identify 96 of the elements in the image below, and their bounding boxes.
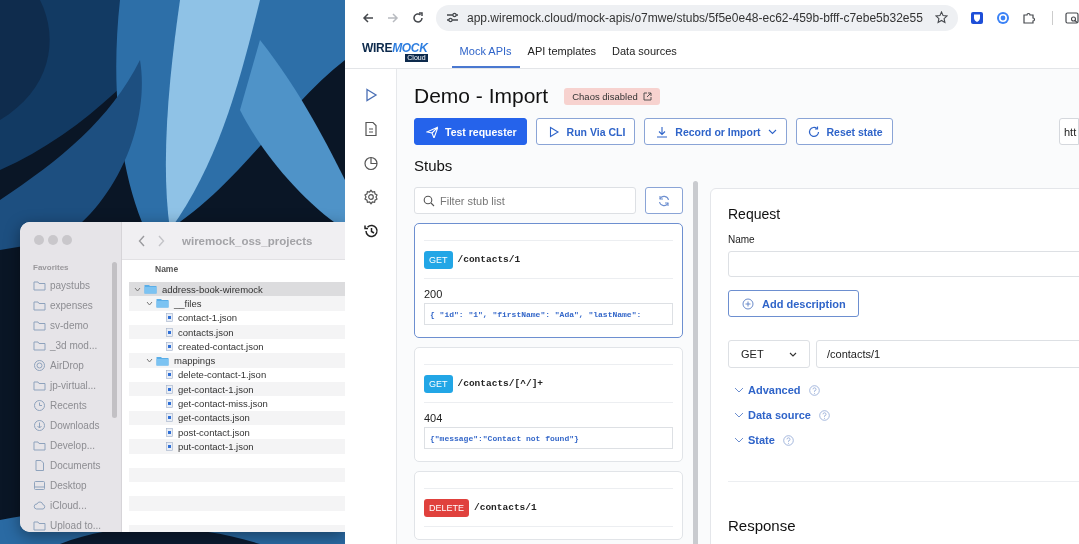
action-button[interactable]: Run Via CLI — [535, 118, 636, 145]
file-row[interactable]: created-contact.json — [129, 339, 345, 354]
shield-icon[interactable] — [970, 10, 984, 25]
method-badge: GET — [424, 374, 453, 393]
sidebar-heading: Favorites — [33, 262, 70, 274]
reload-icon[interactable] — [412, 11, 424, 24]
airdrop-icon — [33, 358, 46, 372]
status-code: 200 — [424, 287, 444, 301]
cloud-icon — [33, 498, 46, 512]
star-icon[interactable] — [935, 11, 948, 24]
folder-icon — [33, 378, 46, 392]
file-row[interactable]: post-contact.json — [129, 424, 345, 440]
file-row[interactable]: get-contacts.json — [129, 410, 345, 425]
page-title: Demo - Import — [414, 84, 549, 108]
url-path-field[interactable]: /contacts/1 — [816, 340, 1079, 368]
section-heading: Request — [728, 206, 782, 223]
scrollbar[interactable] — [693, 181, 698, 544]
folder-icon — [33, 438, 46, 452]
nav-tab[interactable]: API templates — [519, 35, 605, 68]
stub-card[interactable]: GET /contacts/1 200 { "id": "1", "firstName": "Ada", "lastName": — [414, 223, 683, 338]
window-title: wiremock_oss_projects — [182, 234, 313, 247]
status-code: 404 — [424, 411, 444, 425]
history-icon[interactable] — [362, 223, 379, 239]
nav-tab[interactable]: Data sources — [604, 35, 685, 68]
search-icon — [423, 195, 435, 207]
scrollbar[interactable] — [112, 262, 117, 418]
stub-path: /contacts/1 — [474, 502, 537, 513]
circle-icon[interactable] — [996, 10, 1010, 25]
add-description-button[interactable]: Add description — [728, 290, 859, 317]
action-button[interactable]: Test requester — [414, 118, 527, 145]
file-row[interactable]: __files — [129, 296, 345, 311]
folder-icon — [156, 298, 169, 309]
refresh-button[interactable] — [645, 187, 683, 214]
back-icon[interactable] — [362, 11, 374, 24]
folder-icon — [33, 518, 46, 532]
refresh-icon — [658, 194, 670, 207]
chevron-down-icon — [789, 351, 797, 357]
collapsible-toggle[interactable]: Data source — [734, 407, 830, 423]
action-button[interactable]: Record or Import — [644, 118, 787, 145]
folder-icon — [144, 284, 157, 295]
help-icon — [819, 409, 830, 421]
column-header[interactable]: Name — [155, 264, 179, 274]
stub-path: /contacts/1 — [457, 254, 521, 265]
url-field[interactable]: htt — [1059, 118, 1079, 145]
folder-icon — [33, 298, 46, 312]
method-badge: DELETE — [424, 498, 469, 517]
file-row[interactable]: address-book-wiremock — [129, 282, 345, 297]
plus-circle-icon — [742, 297, 754, 310]
method-select[interactable]: GET — [728, 340, 810, 368]
status-badge[interactable]: Chaos disabled — [564, 87, 660, 105]
clock-icon — [33, 398, 46, 412]
play-icon — [547, 125, 560, 138]
stub-path: /contacts/[^/]+ — [457, 378, 544, 389]
desktop-icon — [33, 478, 46, 492]
address-bar[interactable]: app.wiremock.cloud/mock-apis/o7mwe/stubs/5f5e0e48-ec62-459b-bfff-c7ebe5b32e55 — [436, 4, 958, 31]
section-heading: Response — [728, 517, 797, 535]
file-row[interactable]: put-contact-1.json — [129, 439, 345, 454]
method-badge: GET — [424, 250, 453, 269]
section-heading: Stubs — [414, 157, 454, 175]
collapsible-toggle[interactable]: State — [734, 432, 794, 448]
action-button[interactable]: Reset state — [795, 118, 893, 145]
search-field[interactable]: Filter stub list — [414, 187, 636, 214]
download-icon — [656, 125, 669, 138]
folder-icon — [33, 278, 46, 292]
refresh-icon — [807, 125, 820, 138]
field-label: Name — [728, 234, 756, 246]
collapsible-toggle[interactable]: Advanced — [734, 382, 820, 398]
tab-search-icon[interactable] — [1065, 10, 1079, 25]
folder-icon — [156, 355, 169, 366]
folder-icon — [33, 318, 46, 332]
download-icon — [33, 418, 46, 432]
external-link-icon — [642, 91, 652, 101]
settings-icon[interactable] — [362, 189, 379, 205]
send-icon — [426, 125, 438, 138]
document-icon — [33, 458, 46, 472]
pie-chart-icon[interactable] — [362, 155, 379, 171]
file-row[interactable]: get-contact-1.json — [129, 382, 345, 397]
response-preview: { "id": "1", "firstName": "Ada", "lastName": — [424, 303, 673, 325]
stub-card[interactable]: GET /contacts/[^/]+ 404 {"message":"Contact not found"} — [414, 347, 683, 462]
stub-card[interactable]: DELETE /contacts/1 — [414, 471, 683, 540]
chevron-icon — [734, 437, 744, 443]
chevron-icon — [734, 412, 744, 418]
file-row[interactable]: mappings — [129, 353, 345, 368]
site-settings-icon — [446, 12, 459, 23]
folder-icon — [33, 338, 46, 352]
file-row[interactable]: contact-1.json — [129, 310, 345, 325]
file-row[interactable]: delete-contact-1.json — [129, 367, 345, 383]
extensions-icon[interactable] — [1022, 10, 1036, 25]
name-field[interactable] — [728, 251, 1079, 277]
file-row[interactable]: contacts.json — [129, 324, 345, 340]
file-row[interactable]: get-contact-miss.json — [129, 396, 345, 411]
help-icon — [808, 384, 820, 396]
response-preview: {"message":"Contact not found"} — [424, 427, 673, 449]
help-icon — [782, 434, 794, 446]
chevron-icon — [734, 387, 744, 393]
document-icon[interactable] — [362, 121, 379, 137]
